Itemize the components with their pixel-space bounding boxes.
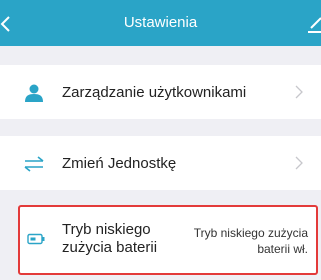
settings-item-users[interactable]: Zarządzanie użytkownikami: [0, 65, 321, 119]
settings-item-low-battery-label: Tryb niskiego zużycia baterii: [62, 221, 158, 256]
page-title: Ustawienia: [123, 14, 198, 31]
user-icon: [24, 84, 44, 102]
app-header: Ustawienia: [0, 0, 321, 46]
settings-item-users-label: Zarządzanie użytkownikami: [62, 84, 247, 101]
settings-item-units-label: Zmień Jednostkę: [62, 155, 177, 172]
settings-item-units[interactable]: Zmień Jednostkę: [0, 136, 321, 190]
settings-item-low-battery[interactable]: Tryb niskiego zużycia baterii Tryb niski…: [18, 205, 318, 275]
section-spacer: [0, 46, 321, 65]
low-battery-status: Tryb niskiego zużycia baterii wł.: [193, 226, 308, 256]
chevron-right-icon: [295, 156, 303, 170]
battery-icon: [27, 232, 45, 245]
chevron-right-icon: [295, 85, 303, 99]
edit-icon[interactable]: [307, 14, 321, 34]
swap-arrows-icon: [24, 155, 44, 173]
